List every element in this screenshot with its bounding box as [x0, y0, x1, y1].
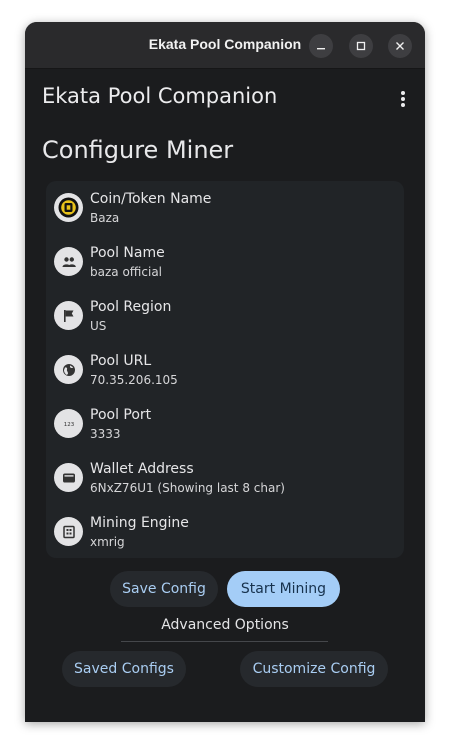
- wallet-icon: [54, 463, 83, 492]
- config-item-pool-region[interactable]: Pool Region US: [46, 289, 404, 343]
- wallet-address-label: Wallet Address: [90, 461, 194, 477]
- wallet-address-value: 6NxZ76U1 (Showing last 8 char): [90, 481, 285, 495]
- minimize-icon: [317, 48, 325, 50]
- pool-url-value: 70.35.206.105: [90, 373, 178, 387]
- number-icon: 123: [54, 409, 83, 438]
- pool-region-label: Pool Region: [90, 299, 172, 315]
- maximize-icon: [356, 41, 366, 51]
- pool-name-label: Pool Name: [90, 245, 165, 261]
- config-item-wallet[interactable]: Wallet Address 6NxZ76U1 (Showing last 8 …: [46, 451, 404, 505]
- save-config-button[interactable]: Save Config: [110, 571, 218, 607]
- coin-logo-icon: [54, 193, 83, 222]
- window-titlebar[interactable]: Ekata Pool Companion: [25, 22, 425, 69]
- more-options-button[interactable]: [393, 88, 413, 110]
- globe-icon: [54, 355, 83, 384]
- config-item-coin[interactable]: Coin/Token Name Baza: [46, 181, 404, 235]
- chip-icon: [54, 517, 83, 546]
- customize-config-button[interactable]: Customize Config: [240, 651, 388, 687]
- saved-configs-button[interactable]: Saved Configs: [62, 651, 186, 687]
- pool-port-label: Pool Port: [90, 407, 152, 423]
- start-mining-button[interactable]: Start Mining: [227, 571, 340, 607]
- coin-name-value: Baza: [90, 211, 120, 225]
- config-item-pool-port[interactable]: 123 Pool Port 3333: [46, 397, 404, 451]
- mining-engine-value: xmrig: [90, 535, 125, 549]
- svg-text:123: 123: [63, 422, 74, 428]
- pool-name-value: baza official: [90, 265, 162, 279]
- close-icon: [396, 42, 404, 50]
- maximize-button[interactable]: [349, 34, 373, 58]
- coin-name-label: Coin/Token Name: [90, 191, 212, 207]
- advanced-options-divider: [121, 641, 328, 642]
- config-item-pool-url[interactable]: Pool URL 70.35.206.105: [46, 343, 404, 397]
- pool-port-value: 3333: [90, 427, 121, 441]
- pool-url-label: Pool URL: [90, 353, 152, 369]
- config-card: Coin/Token Name Baza Pool Name baza offi…: [46, 181, 404, 558]
- advanced-options-heading: Advanced Options: [161, 617, 289, 633]
- close-button[interactable]: [388, 34, 412, 58]
- minimize-button[interactable]: [309, 34, 333, 58]
- more-vert-icon: [401, 91, 405, 95]
- config-item-pool-name[interactable]: Pool Name baza official: [46, 235, 404, 289]
- group-icon: [54, 247, 83, 276]
- app-window: Ekata Pool Companion Ekata Pool Companio…: [25, 22, 425, 722]
- mining-engine-label: Mining Engine: [90, 515, 189, 531]
- flag-icon: [54, 301, 83, 330]
- config-item-mining-engine[interactable]: Mining Engine xmrig: [46, 505, 404, 559]
- appbar-title: Ekata Pool Companion: [42, 84, 278, 108]
- pool-region-value: US: [90, 319, 107, 333]
- page-title: Configure Miner: [42, 136, 234, 164]
